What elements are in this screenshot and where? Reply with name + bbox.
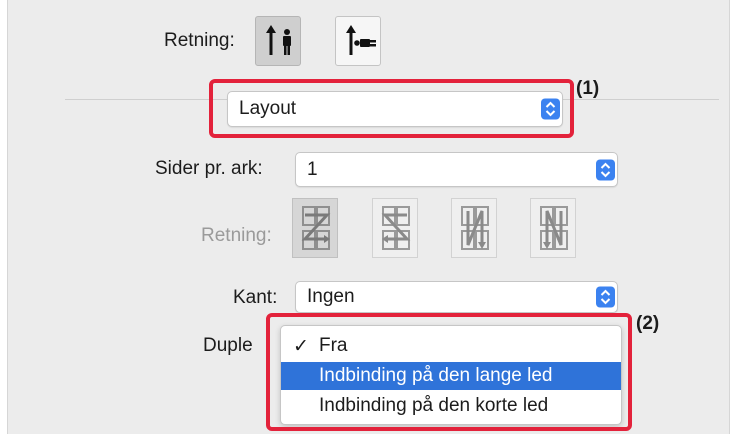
callout-box-1 xyxy=(209,79,574,138)
layout-direction-n-button[interactable] xyxy=(451,198,497,258)
z-flow-icon xyxy=(301,206,331,250)
callout-box-2 xyxy=(266,313,632,431)
border-stepper[interactable] xyxy=(596,286,615,308)
landscape-person-arrow-icon xyxy=(346,25,376,55)
border-popup[interactable]: Ingen xyxy=(295,281,618,313)
n-flow-icon xyxy=(461,206,489,250)
updown-chevron-icon xyxy=(600,289,611,305)
callout-label-2: (2) xyxy=(636,313,660,334)
layout-direction-z-button[interactable] xyxy=(292,198,338,258)
border-value: Ingen xyxy=(307,286,355,307)
layout-direction-reverse-z-button[interactable] xyxy=(372,198,418,258)
pages-per-sheet-value: 1 xyxy=(307,158,318,180)
print-dialog-panel: Retning: Layout (1) Sider pr. ark: 1 Ret… xyxy=(7,0,730,434)
pages-per-sheet-popup[interactable]: 1 xyxy=(295,152,618,187)
border-label: Kant: xyxy=(233,287,278,308)
pages-per-sheet-label: Sider pr. ark: xyxy=(155,158,263,179)
orientation-landscape-button[interactable] xyxy=(335,16,381,66)
layout-direction-label: Retning: xyxy=(201,225,272,246)
layout-direction-reverse-n-button[interactable] xyxy=(530,198,576,258)
reverse-n-flow-icon xyxy=(540,206,568,250)
reverse-z-flow-icon xyxy=(381,206,411,250)
updown-chevron-icon xyxy=(600,162,611,177)
orientation-label: Retning: xyxy=(164,30,235,51)
portrait-person-arrow-icon xyxy=(266,25,291,55)
pages-per-sheet-stepper[interactable] xyxy=(596,159,615,180)
duplex-label: Duple xyxy=(203,335,253,356)
orientation-portrait-button[interactable] xyxy=(255,16,301,66)
callout-label-1: (1) xyxy=(576,78,600,99)
